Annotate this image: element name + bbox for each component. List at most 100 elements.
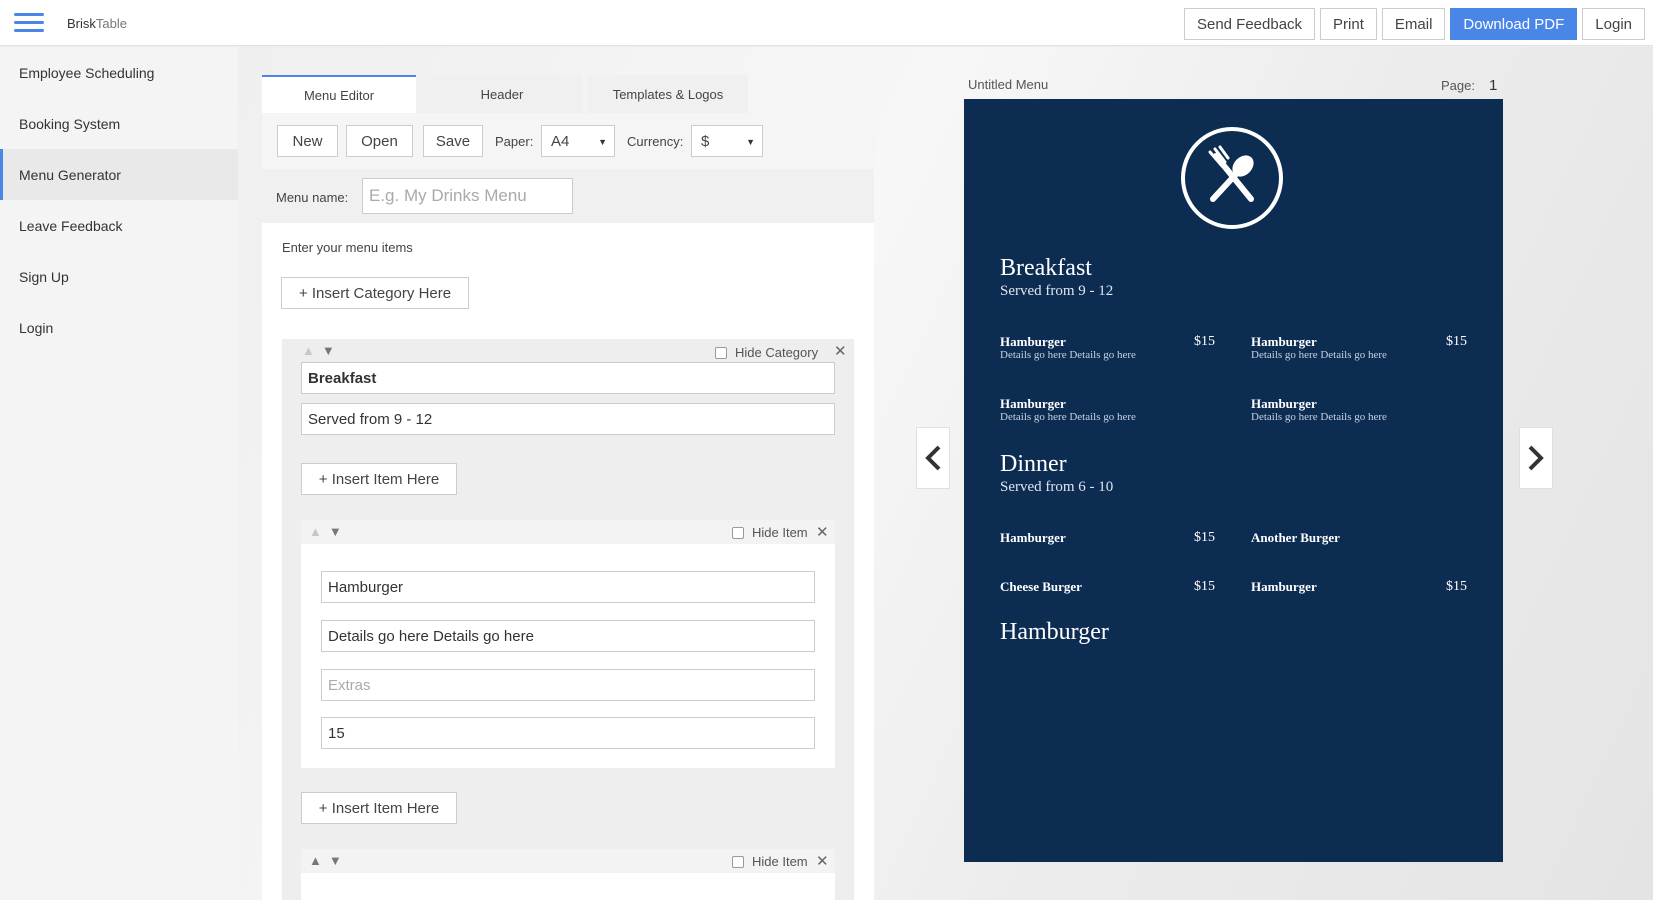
item-header: ▲ ▼ Hide Item ✕ bbox=[301, 849, 835, 873]
close-icon[interactable]: ✕ bbox=[834, 342, 847, 360]
arrow-down-icon[interactable]: ▼ bbox=[329, 524, 342, 539]
paper-select[interactable]: A4 ▼ bbox=[541, 125, 615, 157]
menu-editor-panel: Menu Editor Header Templates & Logos New… bbox=[262, 75, 874, 900]
currency-select[interactable]: $ ▼ bbox=[691, 125, 763, 157]
item-price-input[interactable]: 15 bbox=[321, 717, 815, 749]
preview-item-name: Hamburger bbox=[1251, 396, 1317, 411]
item-reorder: ▲ ▼ bbox=[309, 853, 342, 868]
new-button[interactable]: New bbox=[277, 125, 338, 157]
insert-category-button[interactable]: + Insert Category Here bbox=[281, 277, 469, 309]
preview-item-details: Details go here Details go here bbox=[1000, 411, 1136, 423]
item-extras-input[interactable]: Extras bbox=[321, 669, 815, 701]
hide-category-label: Hide Category bbox=[735, 345, 819, 360]
insert-item-button[interactable]: + Insert Item Here bbox=[301, 463, 457, 495]
sidebar-item-employee-scheduling[interactable]: Employee Scheduling bbox=[0, 47, 238, 98]
prev-page-button[interactable] bbox=[916, 427, 950, 489]
preview-item-details: Details go here Details go here bbox=[1000, 349, 1136, 361]
checkbox-box[interactable] bbox=[732, 855, 744, 868]
hide-item-checkbox[interactable]: Hide Item bbox=[732, 525, 808, 540]
menu-name-bar: Menu name: E.g. My Drinks Menu bbox=[262, 169, 874, 223]
brand-part2: Table bbox=[95, 16, 127, 31]
checkbox-box[interactable] bbox=[732, 526, 744, 539]
sidebar-item-menu-generator[interactable]: Menu Generator bbox=[0, 149, 238, 200]
arrow-down-icon[interactable]: ▼ bbox=[322, 343, 335, 358]
item-header: ▲ ▼ Hide Item ✕ bbox=[301, 520, 835, 544]
next-page-button[interactable] bbox=[1519, 427, 1553, 489]
item-reorder: ▲ ▼ bbox=[309, 524, 342, 539]
editor-tabs: Menu Editor Header Templates & Logos bbox=[262, 75, 874, 113]
item-details-input[interactable]: Details go here Details go here bbox=[321, 620, 815, 652]
chevron-right-icon bbox=[1528, 445, 1544, 471]
preview-title: Untitled Menu bbox=[968, 77, 1049, 92]
category-name-input[interactable]: Breakfast bbox=[301, 362, 835, 394]
download-pdf-button[interactable]: Download PDF bbox=[1450, 8, 1578, 40]
email-button[interactable]: Email bbox=[1381, 8, 1446, 40]
editor-toolbar: New Open Save Paper: A4 ▼ Currency: $ ▼ bbox=[262, 113, 874, 169]
page-label: Page: bbox=[1441, 78, 1475, 93]
menu-name-input[interactable]: E.g. My Drinks Menu bbox=[362, 178, 573, 214]
preview-section-title: Breakfast bbox=[1000, 255, 1092, 281]
hide-item-label: Hide Item bbox=[752, 854, 808, 869]
brand-part1: Brisk bbox=[67, 16, 96, 31]
currency-label: Currency: bbox=[627, 134, 684, 149]
category-reorder: ▲ ▼ bbox=[302, 343, 335, 358]
preview-item-name: Hamburger bbox=[1251, 579, 1317, 594]
paper-label: Paper: bbox=[495, 134, 534, 149]
arrow-up-icon[interactable]: ▲ bbox=[309, 524, 322, 539]
hide-item-checkbox[interactable]: Hide Item bbox=[732, 854, 808, 869]
category-block: ▲ ▼ Hide Category ✕ Breakfast Served fro… bbox=[282, 339, 854, 900]
send-feedback-button[interactable]: Send Feedback bbox=[1183, 8, 1316, 40]
menu-icon[interactable] bbox=[14, 11, 46, 35]
preview-item-name: Hamburger bbox=[1000, 334, 1066, 349]
preview-section-subtitle: Served from 6 - 10 bbox=[1000, 479, 1114, 495]
paper-value: A4 bbox=[551, 132, 570, 150]
save-button[interactable]: Save bbox=[423, 125, 483, 157]
arrow-down-icon[interactable]: ▼ bbox=[329, 853, 342, 868]
fork-spoon-logo-icon bbox=[1181, 127, 1283, 229]
preview-item-name: Cheese Burger bbox=[1000, 579, 1082, 594]
menu-name-label: Menu name: bbox=[276, 190, 349, 205]
chevron-down-icon: ▼ bbox=[746, 137, 755, 147]
tab-templates-logos[interactable]: Templates & Logos bbox=[588, 75, 748, 113]
login-button[interactable]: Login bbox=[1582, 8, 1645, 40]
insert-item-button[interactable]: + Insert Item Here bbox=[301, 792, 457, 824]
preview-section-title: Dinner bbox=[1000, 451, 1067, 477]
tab-header[interactable]: Header bbox=[422, 75, 582, 113]
chevron-down-icon: ▼ bbox=[598, 137, 607, 147]
preview-item-name: Hamburger bbox=[1000, 396, 1066, 411]
tab-menu-editor[interactable]: Menu Editor bbox=[262, 75, 416, 113]
top-bar: BriskTable Send Feedback Print Email Dow… bbox=[0, 0, 1653, 46]
hide-category-checkbox[interactable]: Hide Category bbox=[715, 345, 818, 360]
arrow-up-icon[interactable]: ▲ bbox=[309, 853, 322, 868]
sidebar-item-sign-up[interactable]: Sign Up bbox=[0, 251, 238, 302]
sidebar-item-login[interactable]: Login bbox=[0, 302, 238, 353]
sidebar-item-leave-feedback[interactable]: Leave Feedback bbox=[0, 200, 238, 251]
page-number: 1 bbox=[1488, 77, 1498, 94]
close-icon[interactable]: ✕ bbox=[816, 523, 829, 541]
checkbox-box[interactable] bbox=[715, 346, 727, 359]
sidebar-item-booking-system[interactable]: Booking System bbox=[0, 98, 238, 149]
item-block: ▲ ▼ Hide Item ✕ Hamburger Details go her… bbox=[301, 520, 835, 768]
preview-item-details: Details go here Details go here bbox=[1251, 411, 1387, 423]
preview-item-price: $15 bbox=[1446, 334, 1467, 349]
currency-value: $ bbox=[701, 132, 710, 150]
preview-item-price: $15 bbox=[1446, 579, 1467, 594]
item-name-input[interactable]: Hamburger bbox=[321, 571, 815, 603]
page-indicator: Page: 1 bbox=[1441, 77, 1497, 94]
chevron-left-icon bbox=[925, 445, 941, 471]
brand-logo[interactable]: BriskTable bbox=[67, 16, 127, 31]
arrow-up-icon[interactable]: ▲ bbox=[302, 343, 315, 358]
preview-item-price: $15 bbox=[1194, 530, 1215, 545]
preview-item-name: Another Burger bbox=[1251, 530, 1340, 545]
menu-preview-sheet: Breakfast Served from 9 - 12 Hamburger D… bbox=[964, 99, 1503, 862]
preview-section-subtitle: Served from 9 - 12 bbox=[1000, 283, 1114, 299]
preview-item-name: Hamburger bbox=[1000, 530, 1066, 545]
category-subtitle-input[interactable]: Served from 9 - 12 bbox=[301, 403, 835, 435]
item-block: ▲ ▼ Hide Item ✕ bbox=[301, 849, 835, 900]
intro-text: Enter your menu items bbox=[282, 240, 413, 255]
print-button[interactable]: Print bbox=[1320, 8, 1377, 40]
close-icon[interactable]: ✕ bbox=[816, 852, 829, 870]
open-button[interactable]: Open bbox=[346, 125, 413, 157]
preview-item-price: $15 bbox=[1194, 334, 1215, 349]
top-actions: Send Feedback Print Email Download PDF L… bbox=[1183, 8, 1645, 40]
